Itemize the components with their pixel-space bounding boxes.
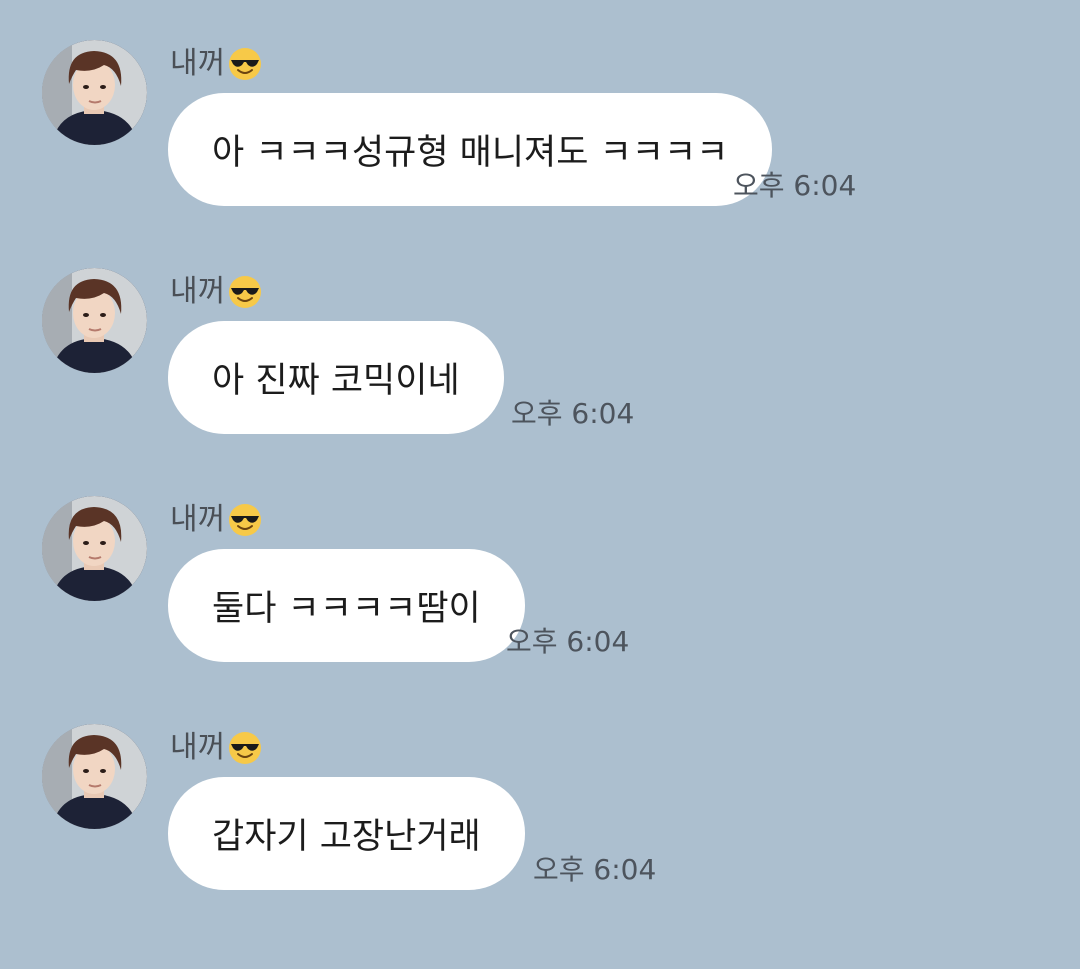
message-text: 아 진짜 코믹이네 (212, 361, 460, 401)
message-timestamp: 오후 6:04 (533, 853, 657, 886)
sender-name: 내꺼 (170, 46, 226, 81)
chat-message: 내꺼 아 진짜 코믹이네 오후 6:04 (0, 228, 1080, 448)
chat-message: 내꺼 둘다 ㅋㅋㅋㅋ땀이 오후 6:04 (0, 456, 1080, 676)
smiling-face-with-sunglasses-icon (227, 274, 263, 310)
message-bubble[interactable]: 아 ㅋㅋㅋ성규형 매니져도 ㅋㅋㅋㅋ (168, 93, 773, 206)
message-text: 둘다 ㅋㅋㅋㅋ땀이 (212, 589, 481, 629)
message-text: 갑자기 고장난거래 (212, 817, 481, 857)
chat-message: 내꺼 갑자기 고장난거래 오후 6:04 (0, 684, 1080, 904)
message-bubble[interactable]: 아 진짜 코믹이네 (168, 321, 504, 434)
smiling-face-with-sunglasses-icon (227, 46, 263, 82)
avatar[interactable] (42, 268, 147, 373)
sender-name-row: 내꺼 (170, 498, 263, 542)
avatar[interactable] (42, 724, 147, 829)
sender-name: 내꺼 (170, 502, 226, 537)
message-bubble[interactable]: 갑자기 고장난거래 (168, 777, 525, 890)
smiling-face-with-sunglasses-icon (227, 502, 263, 538)
sender-name: 내꺼 (170, 730, 226, 765)
sender-name-row: 내꺼 (170, 42, 263, 86)
smiling-face-with-sunglasses-icon (227, 730, 263, 766)
message-text: 아 ㅋㅋㅋ성규형 매니져도 ㅋㅋㅋㅋ (212, 133, 729, 173)
avatar[interactable] (42, 40, 147, 145)
sender-name-row: 내꺼 (170, 726, 263, 770)
sender-name: 내꺼 (170, 274, 226, 309)
message-timestamp: 오후 6:04 (506, 625, 630, 658)
message-timestamp: 오후 6:04 (733, 169, 857, 202)
chat-message: 내꺼 아 ㅋㅋㅋ성규형 매니져도 ㅋㅋㅋㅋ 오후 6:04 (0, 0, 1080, 220)
sender-name-row: 내꺼 (170, 270, 263, 314)
message-timestamp: 오후 6:04 (511, 397, 635, 430)
avatar[interactable] (42, 496, 147, 601)
message-bubble[interactable]: 둘다 ㅋㅋㅋㅋ땀이 (168, 549, 525, 662)
